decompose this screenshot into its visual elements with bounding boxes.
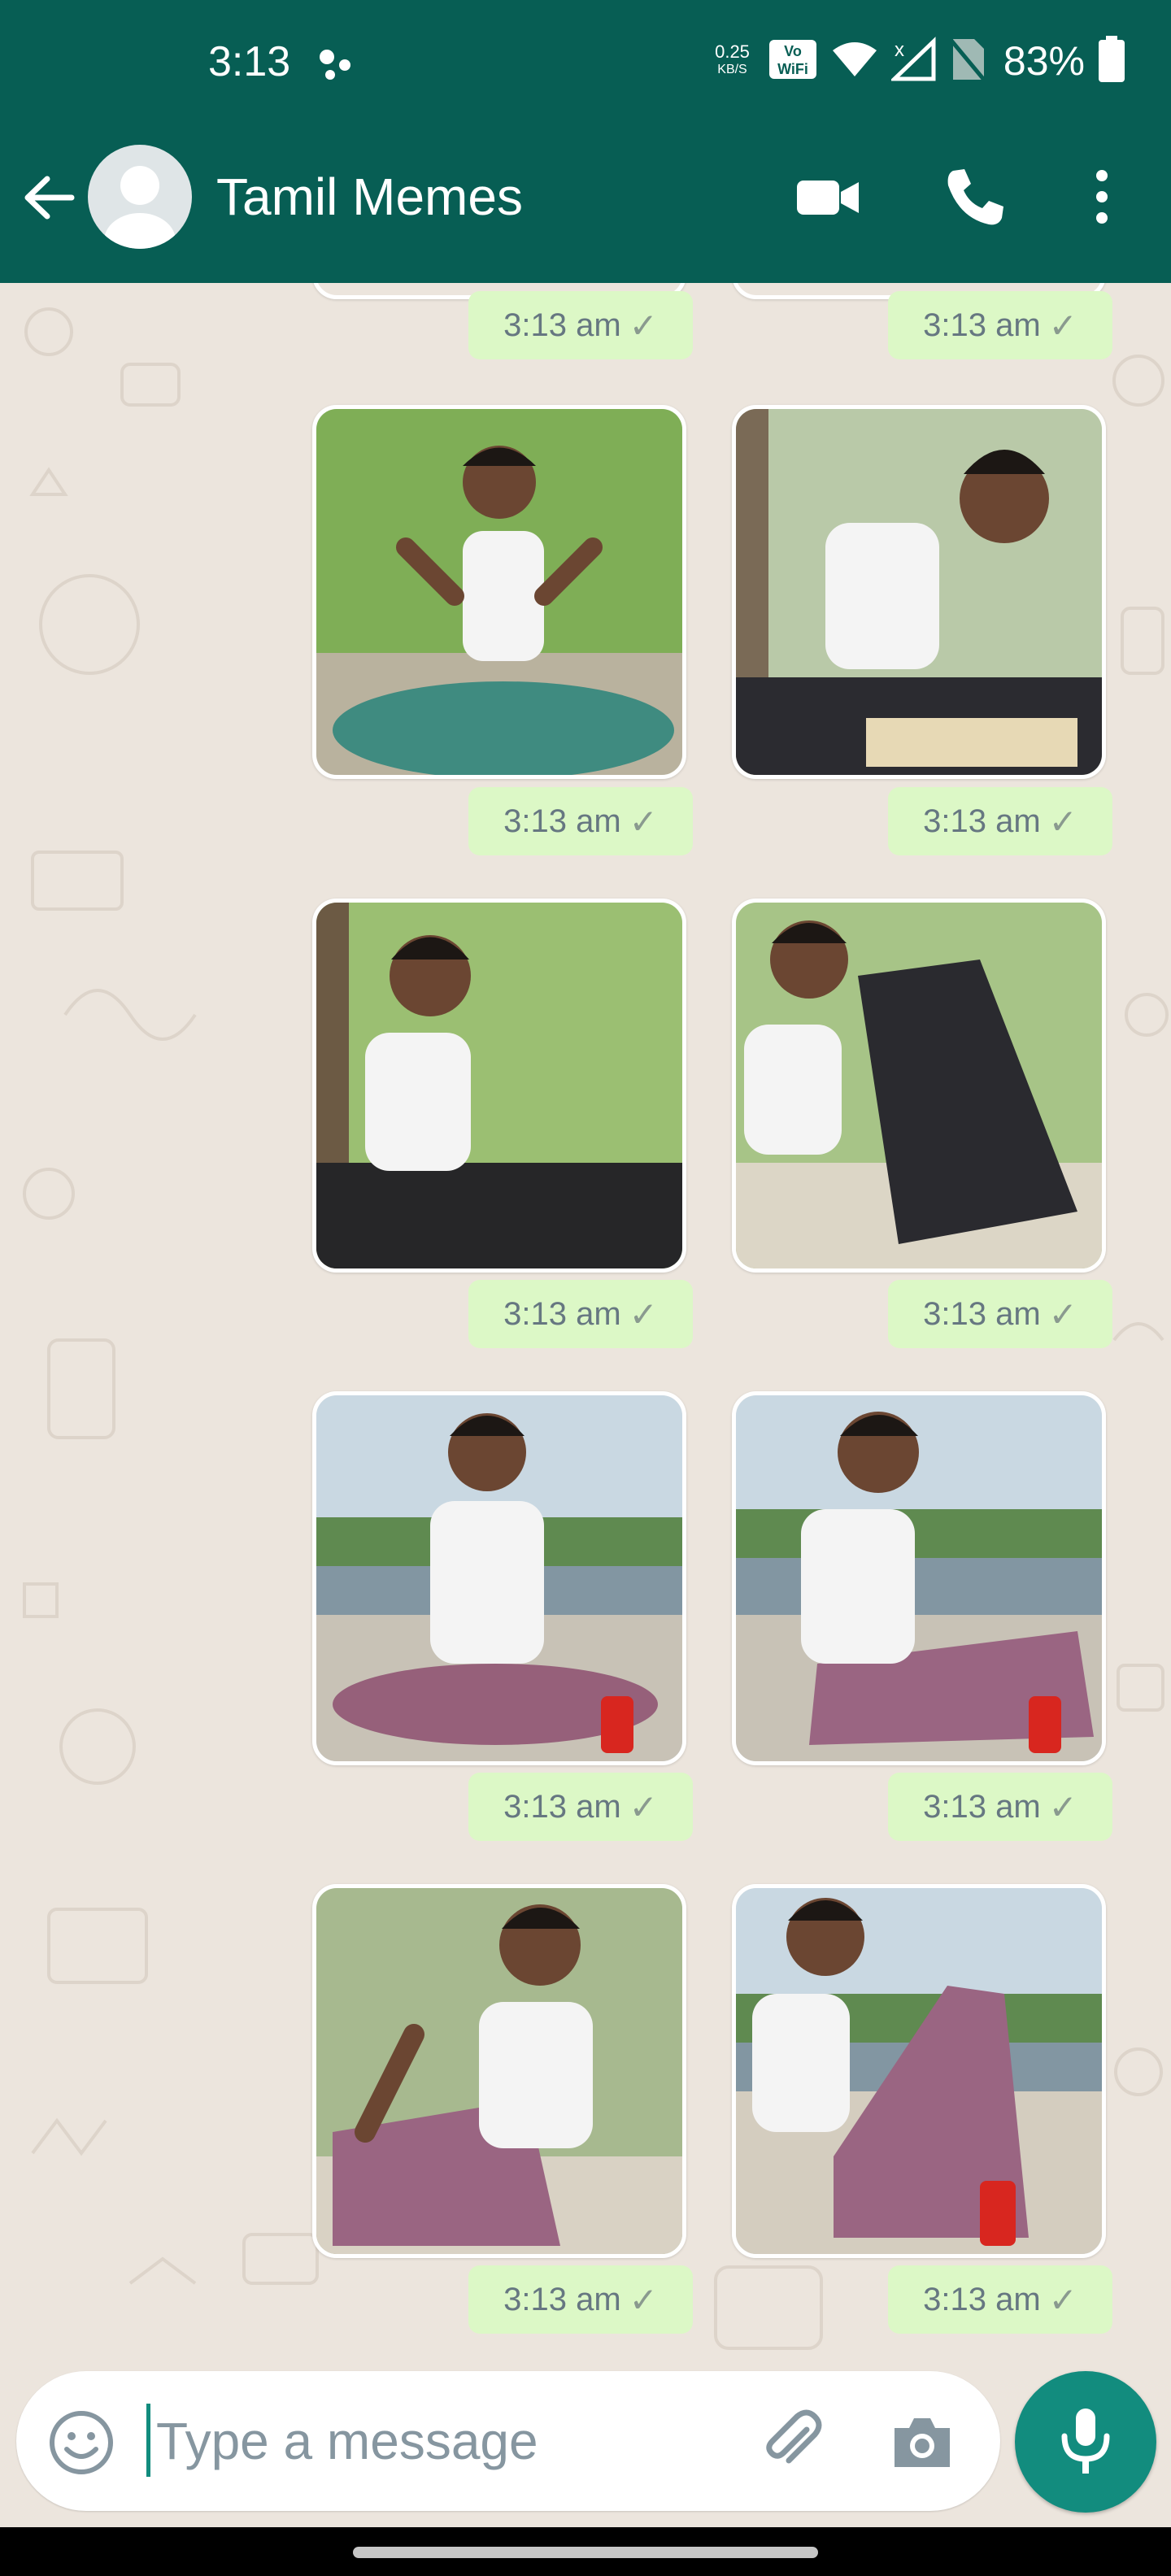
- chat-title[interactable]: Tamil Memes: [216, 164, 523, 229]
- message-time-bubble: 3:13 am ✓: [468, 291, 693, 359]
- sent-check-icon: ✓: [629, 802, 658, 841]
- mic-button[interactable]: [1015, 2371, 1156, 2513]
- message-time-bubble: 3:13 am ✓: [888, 2265, 1112, 2334]
- status-time: 3:13: [208, 38, 291, 85]
- sent-check-icon: ✓: [1048, 802, 1077, 841]
- battery-icon: [1098, 35, 1125, 87]
- sticker-image[interactable]: [732, 405, 1106, 779]
- back-arrow-icon[interactable]: [21, 169, 78, 230]
- signal-icon: x: [889, 36, 937, 86]
- chat-area[interactable]: 3:13 am✓ 3:13 am✓ 3:13 am✓ 3:13 am✓: [0, 283, 1171, 2365]
- video-call-icon[interactable]: [795, 164, 860, 233]
- net-speed: 0.25 KB/S: [715, 43, 750, 79]
- camera-icon[interactable]: [888, 2408, 956, 2481]
- message-composer: [16, 2371, 1000, 2511]
- attach-icon[interactable]: [756, 2405, 829, 2482]
- status-icons: 0.25 KB/S Vo WiFi x 83%: [715, 33, 1125, 89]
- message-time: 3:13 am: [503, 803, 621, 839]
- message-time-bubble: 3:13 am ✓: [888, 787, 1112, 855]
- home-gesture-handle[interactable]: [353, 2547, 818, 2558]
- wifi-icon: [831, 41, 878, 82]
- svg-text:Vo: Vo: [784, 43, 802, 59]
- sent-check-icon: ✓: [1048, 1295, 1077, 1334]
- more-options-icon[interactable]: [1082, 164, 1122, 233]
- sent-check-icon: ✓: [629, 1787, 658, 1826]
- message-time-bubble: 3:13 am ✓: [468, 787, 693, 855]
- sent-check-icon: ✓: [629, 306, 658, 345]
- message-time-bubble: 3:13 am ✓: [888, 1773, 1112, 1841]
- sticker-image[interactable]: [312, 1391, 686, 1765]
- message-time-bubble: 3:13 am ✓: [468, 2265, 693, 2334]
- voice-call-icon[interactable]: [942, 164, 1007, 233]
- net-speed-value: 0.25: [715, 41, 750, 62]
- net-speed-unit: KB/S: [717, 63, 747, 76]
- mic-icon: [1061, 2408, 1110, 2474]
- message-time: 3:13 am: [923, 307, 1041, 343]
- chat-header: Tamil Memes: [0, 112, 1171, 283]
- message-time: 3:13 am: [503, 1788, 621, 1825]
- message-time-bubble: 3:13 am ✓: [468, 1773, 693, 1841]
- assistant-dots-icon: [317, 47, 358, 87]
- sticker-image[interactable]: [312, 405, 686, 779]
- sticker-image[interactable]: [312, 1884, 686, 2258]
- battery-percent: 83%: [1003, 38, 1085, 84]
- sticker-image[interactable]: [732, 1884, 1106, 2258]
- svg-text:x: x: [895, 39, 904, 61]
- message-time-bubble: 3:13 am ✓: [468, 1280, 693, 1348]
- no-sim-icon: [950, 37, 986, 85]
- svg-text:WiFi: WiFi: [777, 61, 808, 77]
- message-input[interactable]: [156, 2400, 725, 2482]
- message-time-bubble: 3:13 am ✓: [888, 291, 1112, 359]
- sticker-image[interactable]: [312, 899, 686, 1273]
- message-time: 3:13 am: [923, 803, 1041, 839]
- message-time: 3:13 am: [503, 307, 621, 343]
- message-time: 3:13 am: [503, 1295, 621, 1332]
- message-time: 3:13 am: [923, 1788, 1041, 1825]
- sent-check-icon: ✓: [1048, 2280, 1077, 2319]
- vowifi-icon: Vo WiFi: [768, 38, 818, 85]
- sticker-image[interactable]: [732, 899, 1106, 1273]
- sent-check-icon: ✓: [629, 2280, 658, 2319]
- sent-check-icon: ✓: [1048, 1787, 1077, 1826]
- message-time: 3:13 am: [923, 2281, 1041, 2317]
- message-time: 3:13 am: [923, 1295, 1041, 1332]
- avatar[interactable]: [88, 145, 192, 249]
- sent-check-icon: ✓: [629, 1295, 658, 1334]
- sent-check-icon: ✓: [1048, 306, 1077, 345]
- text-caret: [146, 2404, 150, 2477]
- sticker-image[interactable]: [732, 1391, 1106, 1765]
- status-bar: 3:13 0.25 KB/S Vo WiFi x 83%: [0, 0, 1171, 112]
- emoji-icon[interactable]: [47, 2408, 115, 2481]
- message-time: 3:13 am: [503, 2281, 621, 2317]
- message-time-bubble: 3:13 am ✓: [888, 1280, 1112, 1348]
